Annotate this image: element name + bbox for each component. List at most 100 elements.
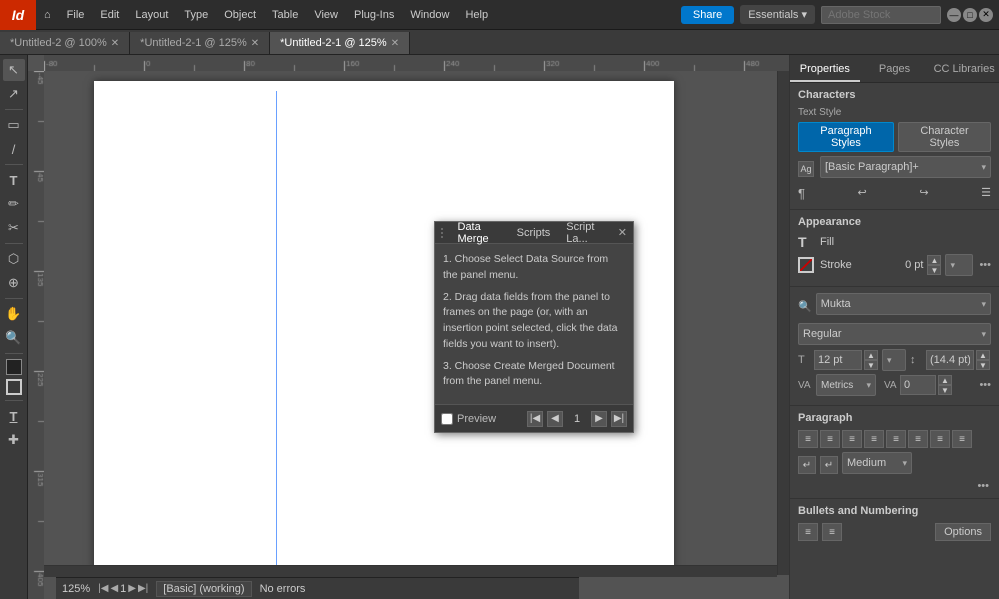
- tab-3-close[interactable]: ✕: [391, 38, 399, 49]
- kerning-dropdown[interactable]: Metrics ▾: [816, 374, 876, 396]
- tool-notes[interactable]: ✚: [3, 429, 25, 451]
- para-spacing-dropdown[interactable]: Medium ▾: [842, 452, 912, 474]
- menu-home[interactable]: ⌂: [36, 0, 59, 30]
- canvas-area[interactable]: Data Merge Scripts Script La... ✕ 1. Cho…: [28, 55, 789, 599]
- indent-left-icon[interactable]: ↵: [798, 456, 816, 474]
- align-away-spine[interactable]: ≡: [930, 430, 950, 448]
- panel-tab-script-label[interactable]: Script La...: [558, 221, 613, 245]
- para-icon-3[interactable]: ↪: [919, 186, 928, 201]
- menu-edit[interactable]: Edit: [92, 0, 127, 30]
- new-style-icon[interactable]: ☰: [981, 186, 991, 201]
- align-justify-all[interactable]: ≡: [886, 430, 906, 448]
- share-button[interactable]: Share: [681, 6, 734, 24]
- menu-file[interactable]: File: [59, 0, 93, 30]
- tab-1[interactable]: *Untitled-2 @ 100% ✕: [0, 32, 130, 54]
- status-next-btn[interactable]: ▶: [128, 583, 136, 594]
- tracking-input[interactable]: [900, 375, 936, 395]
- panel-tab-scripts[interactable]: Scripts: [509, 227, 559, 239]
- nav-last-button[interactable]: ▶|: [611, 411, 627, 427]
- minimize-button[interactable]: —: [947, 8, 961, 22]
- para-more[interactable]: •••: [798, 480, 991, 492]
- tool-shape[interactable]: ⬡: [3, 248, 25, 270]
- tab-cc-libraries[interactable]: CC Libraries: [929, 55, 999, 82]
- font-size-input[interactable]: [814, 350, 862, 370]
- appearance-more[interactable]: •••: [979, 259, 991, 271]
- stroke-up[interactable]: ▲: [927, 255, 941, 265]
- tool-scissors[interactable]: ✂: [3, 217, 25, 239]
- font-style-dropdown[interactable]: Regular ▾: [798, 323, 991, 345]
- style-dropdown[interactable]: [Basic Paragraph]+ ▾: [820, 156, 991, 178]
- tab-1-close[interactable]: ✕: [111, 38, 119, 49]
- tab-2[interactable]: *Untitled-2-1 @ 125% ✕: [130, 32, 270, 54]
- stroke-unit-dropdown[interactable]: ▾: [945, 254, 973, 276]
- tracking-down[interactable]: ▼: [938, 385, 952, 395]
- panel-tab-data-merge[interactable]: Data Merge: [450, 221, 509, 245]
- menu-table[interactable]: Table: [264, 0, 306, 30]
- bullets-num-icon[interactable]: ≡: [822, 523, 842, 541]
- menu-type[interactable]: Type: [176, 0, 216, 30]
- preview-checkbox[interactable]: [441, 413, 453, 425]
- fill-color-swatch[interactable]: [6, 359, 22, 375]
- tool-transform[interactable]: ⊕: [3, 272, 25, 294]
- nav-prev-button[interactable]: ◀: [547, 411, 563, 427]
- panel-header[interactable]: Data Merge Scripts Script La... ✕: [435, 222, 633, 244]
- para-icon-1[interactable]: ¶: [798, 186, 805, 201]
- tool-zoom[interactable]: 🔍: [3, 327, 25, 349]
- tool-select[interactable]: ↖: [3, 59, 25, 81]
- search-input[interactable]: [821, 6, 941, 24]
- scroll-horizontal[interactable]: [44, 565, 777, 577]
- tool-hand[interactable]: ✋: [3, 303, 25, 325]
- align-right[interactable]: ≡: [842, 430, 862, 448]
- menu-window[interactable]: Window: [402, 0, 457, 30]
- stroke-color-swatch[interactable]: [6, 379, 22, 395]
- panel-close-icon[interactable]: ✕: [618, 226, 627, 239]
- menu-object[interactable]: Object: [216, 0, 264, 30]
- align-left[interactable]: ≡: [798, 430, 818, 448]
- leading-input[interactable]: [926, 350, 974, 370]
- leading-up[interactable]: ▲: [976, 350, 990, 360]
- nav-first-button[interactable]: |◀: [527, 411, 543, 427]
- tool-frame[interactable]: ▭: [3, 114, 25, 136]
- status-prev-page[interactable]: |◀: [98, 583, 108, 594]
- tracking-up[interactable]: ▲: [938, 375, 952, 385]
- leading-down[interactable]: ▼: [976, 360, 990, 370]
- align-center[interactable]: ≡: [820, 430, 840, 448]
- tool-type-on-path[interactable]: T: [3, 405, 25, 427]
- scroll-vertical[interactable]: [777, 71, 789, 575]
- indent-right-icon[interactable]: ↵: [820, 456, 838, 474]
- stroke-down[interactable]: ▼: [927, 265, 941, 275]
- status-prev-btn[interactable]: ◀: [110, 583, 118, 594]
- character-styles-button[interactable]: Character Styles: [898, 122, 991, 152]
- font-size-unit[interactable]: ▾: [882, 349, 906, 371]
- status-next-page[interactable]: ▶|: [138, 583, 148, 594]
- tab-properties[interactable]: Properties: [790, 55, 860, 82]
- menu-view[interactable]: View: [306, 0, 346, 30]
- maximize-button[interactable]: □: [963, 8, 977, 22]
- tool-pencil[interactable]: ✏: [3, 193, 25, 215]
- paragraph-styles-button[interactable]: Paragraph Styles: [798, 122, 894, 152]
- font-size-up[interactable]: ▲: [864, 350, 878, 360]
- menu-help[interactable]: Help: [457, 0, 496, 30]
- align-justify[interactable]: ≡: [864, 430, 884, 448]
- options-button[interactable]: Options: [935, 523, 991, 541]
- tool-text[interactable]: T: [3, 169, 25, 191]
- bullets-list-icon[interactable]: ≡: [798, 523, 818, 541]
- tool-direct-select[interactable]: ↗: [3, 83, 25, 105]
- font-dropdown[interactable]: Mukta ▾: [816, 293, 991, 315]
- app-icon: Id: [0, 0, 36, 30]
- essentials-button[interactable]: Essentials ▾: [740, 5, 815, 24]
- align-justify-spine[interactable]: ≡: [952, 430, 972, 448]
- font-size-down[interactable]: ▼: [864, 360, 878, 370]
- font-size-icon: T: [798, 354, 812, 366]
- tab-2-close[interactable]: ✕: [251, 38, 259, 49]
- tool-line[interactable]: /: [3, 138, 25, 160]
- clear-override-icon[interactable]: ↩: [858, 186, 867, 201]
- char-more[interactable]: •••: [979, 379, 991, 391]
- tab-3[interactable]: *Untitled-2-1 @ 125% ✕: [270, 32, 410, 54]
- nav-next-button[interactable]: ▶: [591, 411, 607, 427]
- tab-pages[interactable]: Pages: [860, 55, 930, 82]
- menu-layout[interactable]: Layout: [127, 0, 176, 30]
- align-toward-spine[interactable]: ≡: [908, 430, 928, 448]
- menu-plugins[interactable]: Plug-Ins: [346, 0, 402, 30]
- close-button[interactable]: ✕: [979, 8, 993, 22]
